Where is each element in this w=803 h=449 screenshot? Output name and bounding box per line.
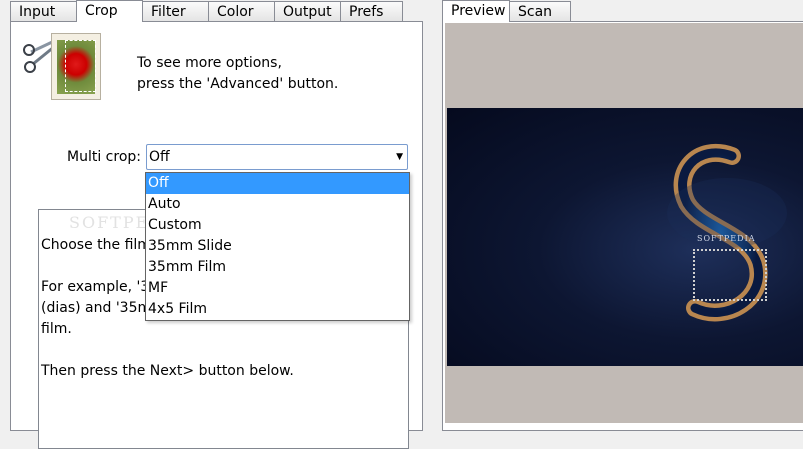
multi-crop-dropdown-list: Off Auto Custom 35mm Slide 35mm Film MF … bbox=[145, 172, 410, 321]
preview-area[interactable]: SOFTPEDIA bbox=[445, 23, 803, 423]
tab-crop[interactable]: Crop bbox=[76, 0, 143, 22]
hint-line-1: To see more options, bbox=[137, 55, 282, 71]
option-35mm-slide[interactable]: 35mm Slide bbox=[146, 236, 409, 257]
option-off[interactable]: Off bbox=[146, 173, 409, 194]
multi-crop-label: Multi crop: bbox=[67, 149, 141, 165]
crop-thumbnail-icon bbox=[51, 33, 101, 100]
option-mf[interactable]: MF bbox=[146, 278, 409, 299]
tab-prefs[interactable]: Prefs bbox=[340, 1, 403, 22]
crop-selection-rect[interactable] bbox=[693, 249, 767, 301]
tab-preview[interactable]: Preview bbox=[442, 0, 510, 22]
option-auto[interactable]: Auto bbox=[146, 194, 409, 215]
help-line-2c: film. bbox=[41, 321, 72, 337]
advanced-hint: To see more options, press the 'Advanced… bbox=[137, 53, 338, 95]
preview-panel: SOFTPEDIA bbox=[442, 21, 803, 431]
multi-crop-select[interactable]: Off ▼ bbox=[146, 144, 408, 170]
chevron-down-icon[interactable]: ▼ bbox=[396, 145, 403, 169]
tab-scan[interactable]: Scan bbox=[509, 1, 571, 22]
tab-input[interactable]: Input bbox=[10, 1, 77, 22]
hint-line-2: press the 'Advanced' button. bbox=[137, 76, 339, 92]
crop-tab-strip: Input Crop Filter Color Output Prefs bbox=[10, 0, 403, 22]
preview-tab-strip: Preview Scan bbox=[442, 0, 571, 22]
multi-crop-value: Off bbox=[149, 149, 170, 165]
crop-frame bbox=[65, 40, 96, 92]
help-paragraph-3: Then press the Next> button below. bbox=[41, 363, 294, 379]
option-4x5-film[interactable]: 4x5 Film bbox=[146, 299, 409, 320]
option-35mm-film[interactable]: 35mm Film bbox=[146, 257, 409, 278]
option-custom[interactable]: Custom bbox=[146, 215, 409, 236]
tab-filter[interactable]: Filter bbox=[142, 1, 209, 22]
tab-output[interactable]: Output bbox=[274, 1, 341, 22]
preview-watermark: SOFTPEDIA bbox=[697, 234, 756, 243]
preview-image[interactable]: SOFTPEDIA bbox=[447, 108, 803, 366]
help-line-2b: (dias) and '35m bbox=[41, 300, 152, 316]
tab-color[interactable]: Color bbox=[208, 1, 275, 22]
help-line-2a: For example, '3 bbox=[41, 279, 150, 295]
